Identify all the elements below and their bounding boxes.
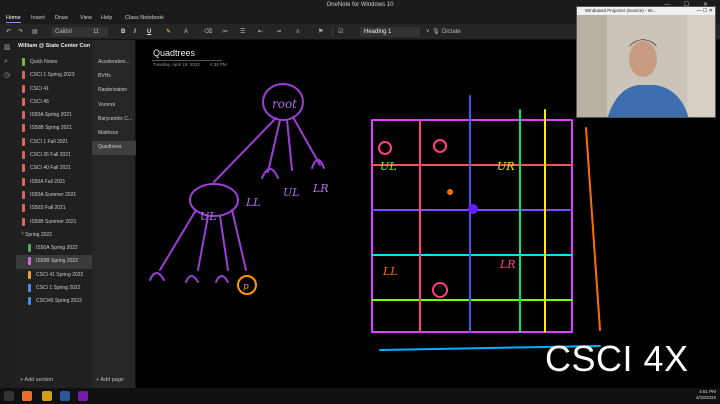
tree-edge <box>213 117 277 183</box>
cell-mark <box>378 141 392 155</box>
ink-label-child-3: LR <box>312 182 329 195</box>
quadtree-grid <box>371 95 601 351</box>
grid-label: UL <box>380 160 397 173</box>
quadtree-diagram <box>149 83 325 283</box>
clock-date: 4/19/2022 <box>695 395 716 400</box>
ink-label-leaf: p <box>243 282 249 292</box>
ink-label-child-1: LL <box>245 196 261 209</box>
ink-label-node: UL <box>200 210 217 223</box>
course-overlay-text: CSCI 4X <box>545 338 689 379</box>
tree-edge <box>231 209 247 271</box>
onenote-icon[interactable] <box>78 391 88 401</box>
firefox-icon[interactable] <box>22 391 32 401</box>
tree-edge <box>159 209 197 271</box>
leaf-mark <box>185 275 199 283</box>
grid-label: LR <box>499 258 516 271</box>
point-mark <box>447 189 453 195</box>
grid-center-point <box>468 204 478 214</box>
webcam-projector-window[interactable]: Windowed Projector (Source) - W... — ☐ ✕ <box>576 6 716 118</box>
tree-edge <box>219 215 229 271</box>
grid-label: UR <box>497 160 515 173</box>
leaf-mark <box>261 168 279 179</box>
obs-icon[interactable] <box>42 391 52 401</box>
vscode-icon[interactable] <box>60 391 70 401</box>
ink-label-child-2: UL <box>283 186 300 199</box>
windows-start-icon[interactable] <box>4 391 14 401</box>
tree-edge <box>292 116 321 166</box>
leaf-mark <box>149 272 165 281</box>
tree-edge <box>267 119 281 173</box>
grid-line <box>585 127 601 331</box>
tree-edge <box>286 119 293 171</box>
cell-mark <box>432 282 448 298</box>
taskbar-clock: 4:51 PM 4/19/2022 <box>696 389 716 401</box>
tree-edge <box>197 215 209 271</box>
cell-mark <box>433 139 447 153</box>
webcam-feed-image <box>577 15 715 117</box>
grid-label: LL <box>382 265 398 278</box>
taskbar: 4:51 PM 4/19/2022 <box>0 388 720 404</box>
leaf-mark <box>215 275 229 283</box>
ink-label-root: root <box>272 97 297 111</box>
